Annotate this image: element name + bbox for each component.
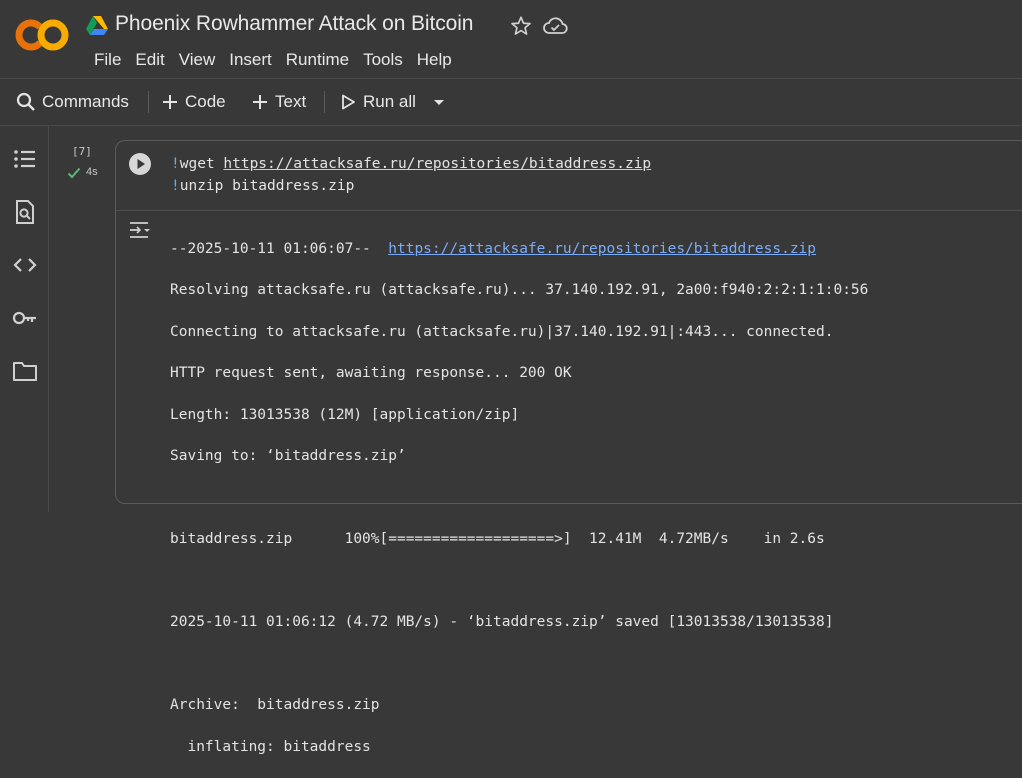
menu-edit[interactable]: Edit bbox=[128, 50, 171, 70]
code-editor[interactable]: !wget https://attacksafe.ru/repositories… bbox=[171, 153, 651, 197]
output-line: HTTP request sent, awaiting response... … bbox=[170, 365, 572, 382]
menu-help[interactable]: Help bbox=[410, 50, 459, 70]
output-line: bitaddress.zip 100%[===================>… bbox=[170, 531, 825, 548]
play-icon bbox=[342, 94, 355, 110]
run-all-label: Run all bbox=[363, 92, 416, 111]
output-line: --2025-10-11 01:06:07-- https://attacksa… bbox=[170, 239, 868, 260]
run-all-button[interactable]: Run all bbox=[339, 79, 416, 125]
menu-bar: File Edit View Insert Runtime Tools Help bbox=[87, 50, 459, 70]
execution-count: [7] bbox=[72, 145, 92, 158]
output-link[interactable]: https://attacksafe.ru/repositories/bitad… bbox=[388, 241, 816, 257]
code-command: wget bbox=[179, 156, 224, 172]
secrets-key-icon[interactable] bbox=[12, 305, 38, 331]
menu-file[interactable]: File bbox=[87, 50, 128, 70]
left-sidebar bbox=[0, 126, 48, 512]
output-line: Saving to: ‘bitaddress.zip’ bbox=[170, 448, 406, 465]
check-icon bbox=[67, 167, 81, 179]
output-separator bbox=[116, 210, 1022, 211]
search-icon bbox=[16, 92, 35, 111]
code-line: !unzip bitaddress.zip bbox=[171, 175, 651, 197]
menu-tools[interactable]: Tools bbox=[356, 50, 410, 70]
menu-view[interactable]: View bbox=[172, 50, 223, 70]
caret-down-icon bbox=[434, 100, 444, 105]
code-snippets-icon[interactable] bbox=[12, 252, 38, 278]
toolbar-separator bbox=[324, 91, 325, 113]
add-text-button[interactable]: Text bbox=[251, 79, 306, 125]
commands-button[interactable]: Commands bbox=[16, 79, 129, 125]
output-actions-icon[interactable] bbox=[127, 219, 153, 241]
code-command: unzip bitaddress.zip bbox=[179, 178, 355, 194]
run-all-dropdown-button[interactable] bbox=[431, 79, 447, 125]
execution-time: 4s bbox=[86, 166, 98, 178]
output-line: Resolving attacksafe.ru (attacksafe.ru).… bbox=[170, 282, 869, 299]
code-url: https://attacksafe.ru/repositories/bitad… bbox=[223, 156, 652, 172]
header: Phoenix Rowhammer Attack on Bitcoin File… bbox=[0, 0, 1022, 78]
notebook-title[interactable]: Phoenix Rowhammer Attack on Bitcoin bbox=[115, 12, 473, 36]
colab-logo[interactable] bbox=[14, 17, 70, 53]
commands-label: Commands bbox=[42, 92, 129, 111]
output-line: Archive: bitaddress.zip bbox=[170, 697, 380, 714]
output-line: inflating: bitaddress bbox=[170, 738, 371, 755]
text-label: Text bbox=[275, 92, 307, 111]
google-drive-icon[interactable] bbox=[86, 16, 108, 36]
cloud-saved-icon[interactable] bbox=[542, 15, 568, 37]
output-line: Connecting to attacksafe.ru (attacksafe.… bbox=[170, 323, 834, 340]
code-bang: ! bbox=[171, 156, 180, 172]
code-line: !wget https://attacksafe.ru/repositories… bbox=[171, 153, 651, 175]
find-icon[interactable] bbox=[12, 199, 38, 225]
output-line: Length: 13013538 (12M) [application/zip] bbox=[170, 406, 520, 423]
cell-output: --2025-10-11 01:06:07-- https://attacksa… bbox=[170, 218, 868, 778]
add-code-button[interactable]: Code bbox=[161, 79, 226, 125]
plus-icon bbox=[253, 95, 267, 109]
plus-icon bbox=[163, 95, 177, 109]
files-folder-icon[interactable] bbox=[12, 358, 38, 384]
code-label: Code bbox=[185, 92, 226, 111]
star-icon[interactable] bbox=[510, 15, 532, 37]
table-of-contents-icon[interactable] bbox=[12, 146, 38, 172]
output-line: 2025-10-11 01:06:12 (4.72 MB/s) - ‘bitad… bbox=[170, 614, 834, 631]
toolbar: Commands Code Text Run all bbox=[0, 79, 1022, 125]
run-cell-button[interactable] bbox=[128, 152, 152, 176]
menu-insert[interactable]: Insert bbox=[222, 50, 279, 70]
menu-runtime[interactable]: Runtime bbox=[279, 50, 356, 70]
code-bang: ! bbox=[171, 178, 180, 194]
toolbar-separator bbox=[148, 91, 149, 113]
output-text: --2025-10-11 01:06:07-- bbox=[170, 240, 389, 257]
